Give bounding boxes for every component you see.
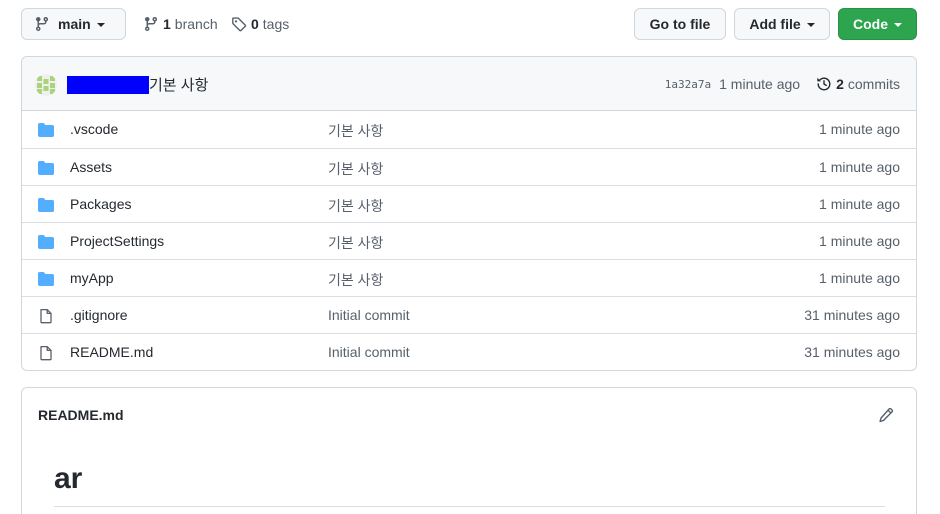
tag-label: tags <box>262 16 290 32</box>
commit-history-link[interactable]: 2 commits <box>816 76 900 92</box>
file-commit-age: 1 minute ago <box>819 121 900 137</box>
folder-icon <box>38 197 54 216</box>
file-commit-message[interactable]: 기본 사항 <box>328 196 383 216</box>
commits-count: 2 <box>836 76 844 92</box>
code-label: Code <box>853 16 888 32</box>
table-row[interactable]: .gitignore Initial commit 31 minutes ago <box>22 296 916 333</box>
file-commit-message[interactable]: 기본 사항 <box>328 121 383 141</box>
file-commit-age: 1 minute ago <box>819 270 900 286</box>
git-branch-icon <box>35 17 48 32</box>
folder-icon <box>38 271 54 290</box>
file-name-link[interactable]: .gitignore <box>70 307 128 323</box>
table-row[interactable]: README.md Initial commit 31 minutes ago <box>22 333 916 370</box>
add-file-label: Add file <box>749 16 801 32</box>
file-icon <box>38 345 54 364</box>
file-name-link[interactable]: .vscode <box>70 121 118 137</box>
commit-sha[interactable]: 1a32a7a <box>665 78 711 91</box>
file-name-link[interactable]: Assets <box>70 159 112 175</box>
redacted-author <box>67 76 149 94</box>
commit-time: 1 minute ago <box>719 76 801 92</box>
branch-label: branch <box>174 16 218 32</box>
file-commit-message[interactable]: Initial commit <box>328 307 410 323</box>
add-file-button[interactable]: Add file <box>734 8 830 40</box>
branch-select-button[interactable]: main <box>21 8 126 40</box>
file-name-link[interactable]: README.md <box>70 344 153 360</box>
branch-count: 1 <box>163 16 171 32</box>
table-row[interactable]: myApp 기본 사항 1 minute ago <box>22 259 916 296</box>
branch-name: main <box>58 16 91 32</box>
code-button[interactable]: Code <box>838 8 917 40</box>
history-icon <box>817 77 831 91</box>
folder-icon <box>38 122 54 141</box>
chevron-down-icon <box>894 23 902 27</box>
file-commit-age: 31 minutes ago <box>804 307 900 323</box>
go-to-file-button[interactable]: Go to file <box>634 8 726 40</box>
commits-label: commits <box>847 76 900 92</box>
file-icon <box>38 308 54 327</box>
readme-heading: ar <box>54 462 83 495</box>
commit-meta: 1a32a7a 1 minute ago 2 commits <box>665 57 900 111</box>
table-row[interactable]: ProjectSettings 기본 사항 1 minute ago <box>22 222 916 259</box>
pencil-icon[interactable] <box>878 407 894 423</box>
file-name-link[interactable]: Packages <box>70 196 131 212</box>
tag-icon <box>232 17 247 32</box>
file-name-link[interactable]: ProjectSettings <box>70 233 164 249</box>
table-row[interactable]: Packages 기본 사항 1 minute ago <box>22 185 916 222</box>
chevron-down-icon <box>96 23 105 27</box>
commit-message[interactable]: 기본 사항 <box>149 74 208 95</box>
folder-icon <box>38 160 54 179</box>
latest-commit-bar: 기본 사항 1a32a7a 1 minute ago 2 commits <box>22 57 916 111</box>
folder-icon <box>38 234 54 253</box>
branches-link[interactable]: 1 branch <box>143 8 218 40</box>
file-commit-age: 1 minute ago <box>819 196 900 212</box>
file-commit-message[interactable]: 기본 사항 <box>328 233 383 253</box>
readme-divider <box>54 506 885 507</box>
file-commit-message[interactable]: 기본 사항 <box>328 159 383 179</box>
tags-link[interactable]: 0 tags <box>231 8 289 40</box>
chevron-down-icon <box>806 23 815 27</box>
file-list: .vscode 기본 사항 1 minute ago Assets 기본 사항 1 min… <box>22 111 916 370</box>
tag-count: 0 <box>251 16 259 32</box>
file-commit-age: 1 minute ago <box>819 233 900 249</box>
readme-header: README.md <box>22 388 916 442</box>
file-browser: 기본 사항 1a32a7a 1 minute ago 2 commits .vs… <box>21 56 917 371</box>
readme-panel: README.md ar <box>21 387 917 514</box>
table-row[interactable]: Assets 기본 사항 1 minute ago <box>22 148 916 185</box>
table-row[interactable]: .vscode 기본 사항 1 minute ago <box>22 111 916 148</box>
file-commit-message[interactable]: Initial commit <box>328 344 410 360</box>
file-commit-age: 1 minute ago <box>819 159 900 175</box>
file-name-link[interactable]: myApp <box>70 270 114 286</box>
readme-title[interactable]: README.md <box>38 407 124 423</box>
avatar[interactable] <box>35 74 57 96</box>
git-branch-icon <box>144 17 157 32</box>
repo-toolbar: main 1 branch 0 tags Go to file Add file… <box>21 8 917 40</box>
file-commit-message[interactable]: 기본 사항 <box>328 270 383 290</box>
file-commit-age: 31 minutes ago <box>804 344 900 360</box>
